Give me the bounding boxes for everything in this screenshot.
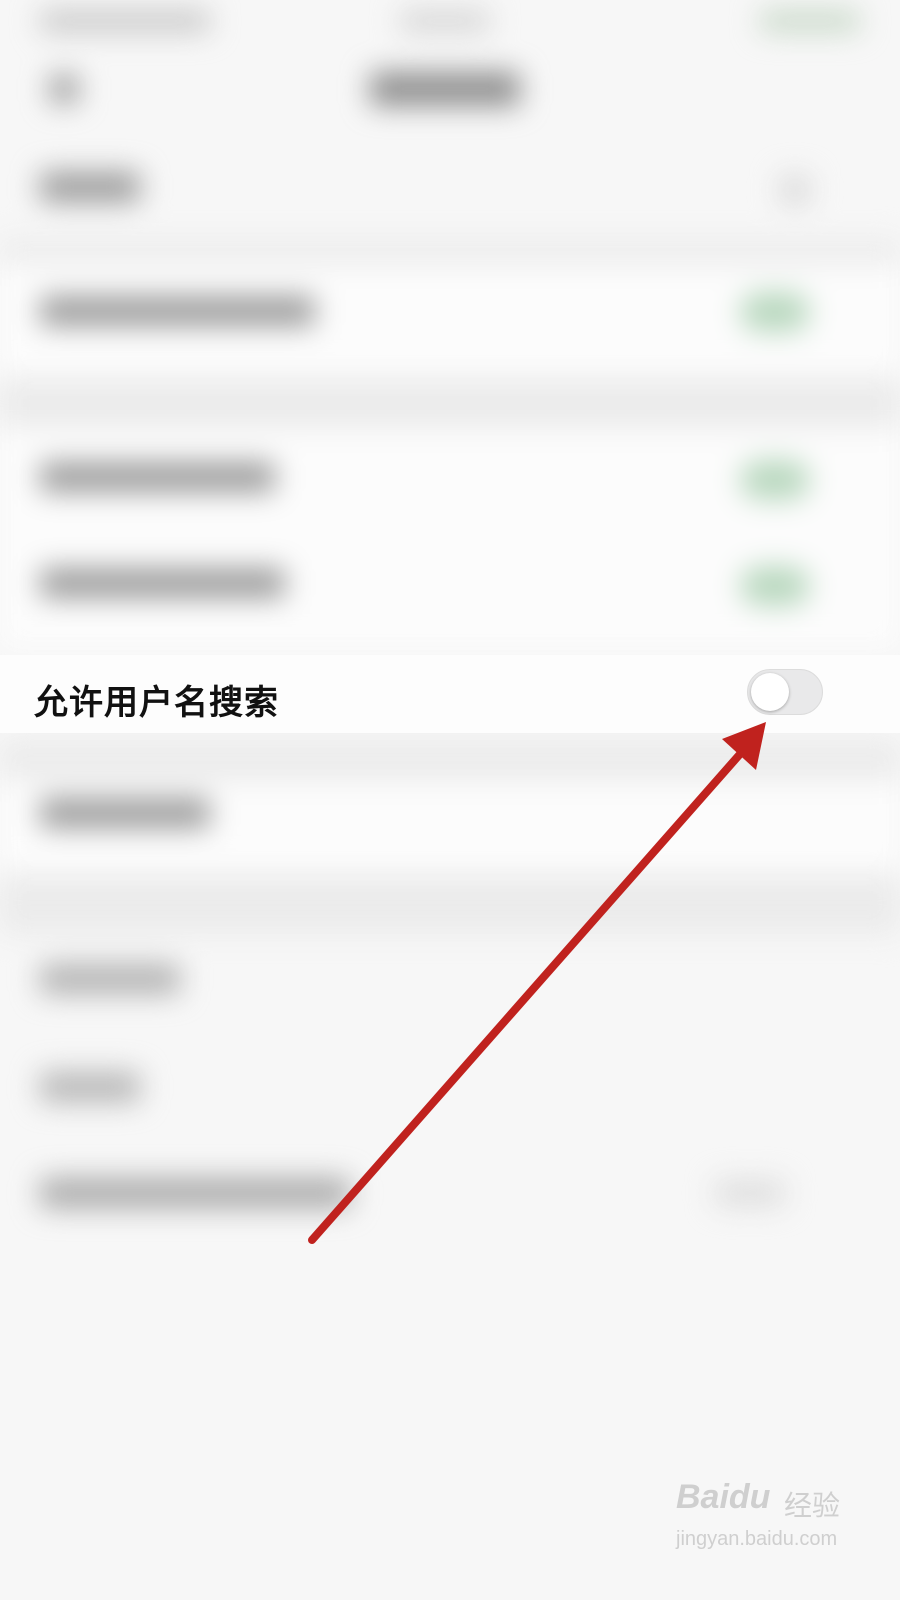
toggle-switch[interactable] [740,566,810,606]
setting-row-6-label [40,798,210,828]
status-bar-center [400,10,490,32]
chevron-right-icon [780,175,810,205]
setting-label: 允许用户名搜索 [34,683,279,723]
divider [0,740,900,780]
setting-row-4-label [40,568,285,598]
toggle-switch[interactable] [740,292,810,332]
back-icon[interactable] [50,75,78,103]
watermark-cn: 经验 [784,1489,841,1522]
status-bar-left [40,10,210,32]
toggle-switch[interactable] [740,460,810,500]
blurred-background [0,0,900,1600]
setting-row-username-search[interactable]: 允许用户名搜索 [0,655,900,733]
settings-screen: 允许用户名搜索 Baidu 经验 jingyan.baidu.com [0,0,900,1600]
divider [0,378,900,428]
username-search-toggle[interactable] [747,669,823,715]
divider [0,240,900,264]
watermark-logo: Baidu [676,1478,771,1516]
setting-row-1[interactable] [40,172,140,202]
setting-row-7-label [40,964,180,994]
status-bar-right [760,10,860,32]
setting-row-8-label [40,1072,140,1102]
setting-row-3-label [40,462,275,492]
setting-row-9-value [715,1180,785,1206]
watermark-url: jingyan.baidu.com [676,1528,838,1550]
setting-row-9-label [40,1178,350,1208]
divider [0,874,900,934]
toggle-knob [751,673,789,711]
watermark: Baidu 经验 jingyan.baidu.com [676,1478,876,1568]
page-title [370,72,520,106]
setting-row-2-label [40,296,315,326]
